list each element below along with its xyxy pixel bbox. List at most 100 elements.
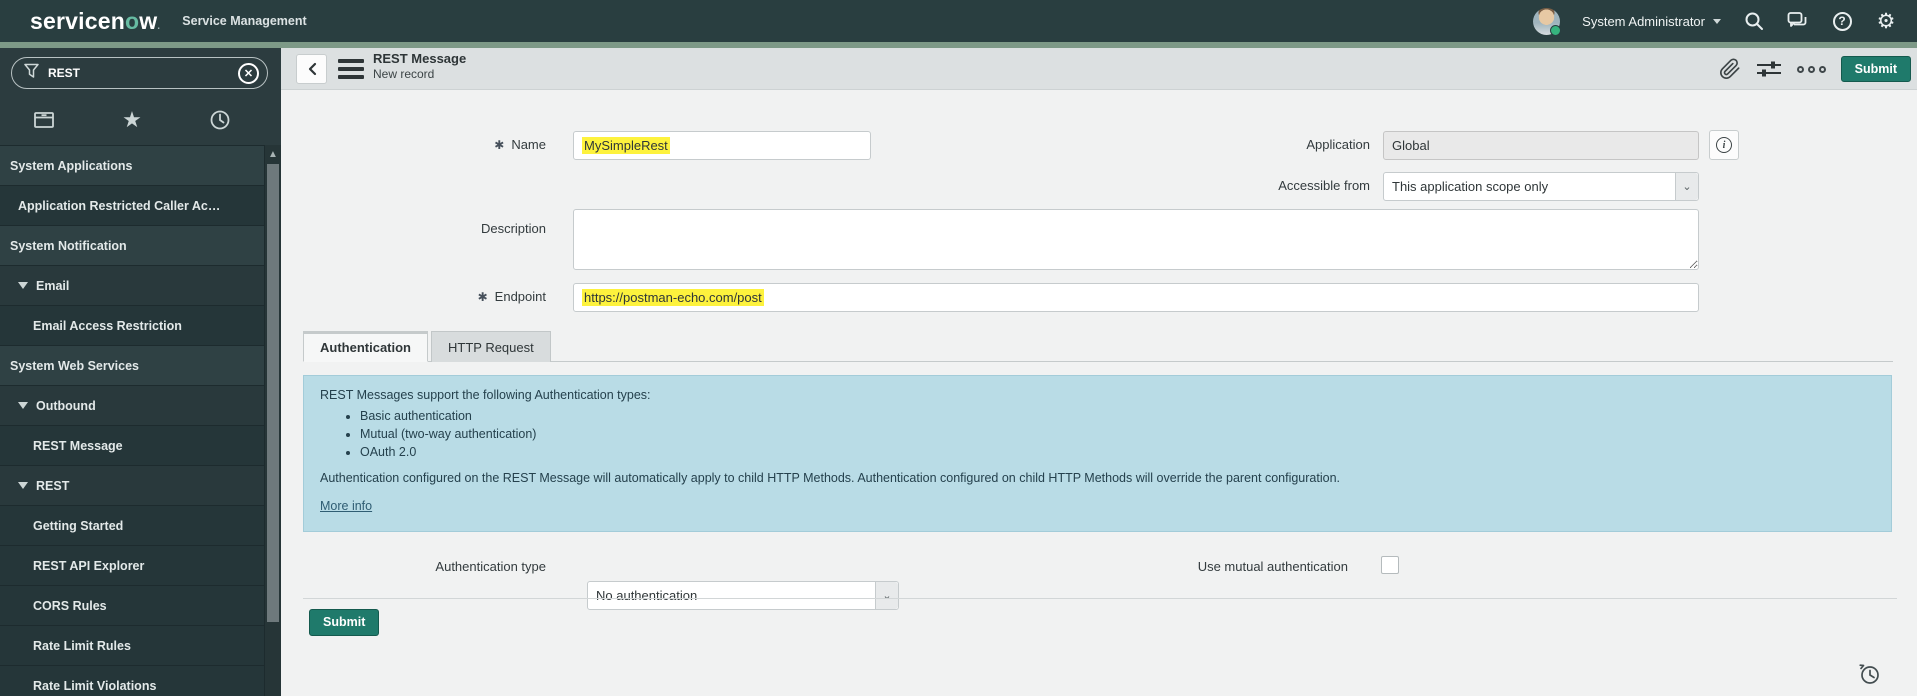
- accessible-from-value: This application scope only: [1392, 179, 1549, 194]
- sidebar-item[interactable]: System Applications: [0, 146, 264, 186]
- submit-button-bottom[interactable]: Submit: [309, 609, 380, 636]
- form-context-menu-icon[interactable]: [338, 59, 364, 79]
- sidebar-item-label: Outbound: [36, 398, 96, 413]
- form-body: ✱ Name MySimpleRest Application Global i …: [281, 90, 1917, 696]
- logo-o: o: [124, 7, 140, 34]
- tab-label: HTTP Request: [448, 339, 534, 355]
- attachment-paperclip-icon[interactable]: [1719, 57, 1741, 81]
- sidebar-item-label: Application Restricted Caller Ac…: [18, 198, 221, 213]
- favorites-star-icon[interactable]: ★: [88, 95, 176, 144]
- auth-type-item: OAuth 2.0: [360, 445, 1875, 459]
- sidebar-item[interactable]: CORS Rules: [0, 586, 264, 626]
- sidebar-item-label: System Notification: [10, 238, 127, 253]
- record-subtitle: New record: [373, 67, 435, 81]
- select-chevron-icon[interactable]: ⌄: [1675, 173, 1698, 200]
- chat-icon[interactable]: [1787, 10, 1809, 32]
- servicenow-logo[interactable]: servicen o w.: [30, 8, 160, 35]
- description-textarea[interactable]: [573, 209, 1699, 270]
- all-applications-icon[interactable]: [0, 95, 88, 144]
- info-intro: REST Messages support the following Auth…: [320, 388, 651, 402]
- app-header: servicen o w. Service Management System Ad…: [0, 0, 1917, 42]
- filter-value: REST: [48, 66, 81, 80]
- description-label: Description: [480, 221, 546, 236]
- mutual-auth-checkbox[interactable]: [1381, 556, 1399, 574]
- submit-button-top[interactable]: Submit: [1840, 55, 1911, 83]
- logo-trademark-dot: .: [157, 20, 161, 32]
- sidebar-scrollbar[interactable]: ▲: [264, 145, 281, 696]
- name-input[interactable]: MySimpleRest: [573, 131, 871, 160]
- auth-type-item: Basic authentication: [360, 409, 1875, 423]
- sidebar-item[interactable]: Rate Limit Violations: [0, 666, 264, 696]
- info-icon: i: [1722, 139, 1726, 151]
- sidebar-item-label: System Applications: [10, 158, 133, 173]
- search-icon[interactable]: [1743, 10, 1765, 32]
- endpoint-input[interactable]: https://postman-echo.com/post: [573, 283, 1699, 312]
- mandatory-icon: ✱: [494, 138, 505, 152]
- user-name-label: System Administrator: [1582, 13, 1705, 29]
- name-label: ✱ Name: [494, 137, 546, 152]
- sidebar-item-label: Email Access Restriction: [33, 318, 182, 333]
- help-glyph: ?: [1838, 14, 1846, 28]
- clear-filter-button[interactable]: ✕: [238, 62, 259, 84]
- logo-text-post: w: [139, 7, 158, 34]
- help-icon[interactable]: ?: [1831, 10, 1853, 32]
- application-info-button[interactable]: i: [1709, 130, 1739, 160]
- main-content: REST Message New record Submit ✱ Name MyS…: [281, 48, 1917, 696]
- sidebar-item-label: Rate Limit Violations: [33, 678, 157, 693]
- auth-type-item: Mutual (two-way authentication): [360, 427, 1875, 441]
- history-clock-icon[interactable]: [176, 95, 264, 144]
- name-value: MySimpleRest: [582, 137, 670, 154]
- form-header-bar: REST Message New record Submit: [281, 48, 1917, 90]
- navigator-filter-input[interactable]: REST ✕: [11, 57, 268, 89]
- scrollbar-up-arrow[interactable]: ▲: [265, 148, 281, 162]
- product-title: Service Management: [182, 14, 307, 28]
- logo-text-pre: servicen: [30, 7, 125, 34]
- form-footer-divider: [303, 598, 1897, 599]
- more-options-icon[interactable]: [1796, 65, 1826, 73]
- sidebar-item-label: Getting Started: [33, 518, 124, 533]
- more-info-link[interactable]: More info: [320, 499, 372, 513]
- tab[interactable]: Authentication: [303, 331, 428, 362]
- auth-type-select[interactable]: No authentication ⌄: [587, 581, 899, 610]
- sidebar-item[interactable]: Outbound: [0, 386, 264, 426]
- sidebar-item[interactable]: Email: [0, 266, 264, 306]
- star-glyph: ★: [122, 106, 142, 132]
- sidebar-item[interactable]: System Notification: [0, 226, 264, 266]
- authentication-info-box: REST Messages support the following Auth…: [303, 375, 1892, 532]
- auth-type-label: Authentication type: [435, 559, 546, 574]
- sidebar-item-label: REST Message: [33, 438, 123, 453]
- auth-type-value: No authentication: [596, 588, 698, 603]
- sidebar-item[interactable]: Getting Started: [0, 506, 264, 546]
- info-note: Authentication configured on the REST Me…: [320, 471, 1340, 485]
- sidebar-item-label: Email: [36, 278, 70, 293]
- sidebar-item[interactable]: REST API Explorer: [0, 546, 264, 586]
- avatar[interactable]: [1533, 7, 1562, 36]
- accessible-from-select[interactable]: This application scope only ⌄: [1383, 172, 1699, 201]
- endpoint-label: ✱ Endpoint: [477, 289, 546, 304]
- gear-icon[interactable]: ⚙: [1875, 10, 1897, 32]
- response-time-clock-icon[interactable]: [1858, 662, 1882, 686]
- navigation-list: System Applications Application Restrict…: [0, 145, 264, 696]
- select-chevron-icon[interactable]: ⌄: [875, 582, 898, 609]
- tab[interactable]: HTTP Request: [431, 331, 551, 362]
- sidebar-item[interactable]: Application Restricted Caller Ac…: [0, 186, 264, 226]
- sidebar-item-label: REST API Explorer: [33, 558, 145, 573]
- mutual-auth-label: Use mutual authentication: [1197, 559, 1348, 574]
- accessible-from-label: Accessible from: [1278, 178, 1370, 193]
- sidebar-item[interactable]: System Web Services: [0, 346, 264, 386]
- application-label: Application: [1306, 137, 1370, 152]
- sidebar-item[interactable]: Rate Limit Rules: [0, 626, 264, 666]
- form-tabs: Authentication HTTP Request: [303, 331, 1893, 362]
- back-button[interactable]: [296, 54, 327, 84]
- user-menu[interactable]: System Administrator: [1582, 14, 1721, 29]
- sidebar-item[interactable]: Email Access Restriction: [0, 306, 264, 346]
- sidebar-item-label: CORS Rules: [33, 598, 107, 613]
- personalize-form-sliders-icon[interactable]: [1756, 58, 1782, 80]
- sidebar-item-label: Rate Limit Rules: [33, 638, 131, 653]
- scrollbar-thumb[interactable]: [267, 164, 279, 622]
- chevron-down-icon: [1713, 18, 1721, 24]
- mandatory-icon: ✱: [477, 290, 488, 304]
- tab-label: Authentication: [320, 340, 411, 355]
- sidebar-item[interactable]: REST Message: [0, 426, 264, 466]
- sidebar-item[interactable]: REST: [0, 466, 264, 506]
